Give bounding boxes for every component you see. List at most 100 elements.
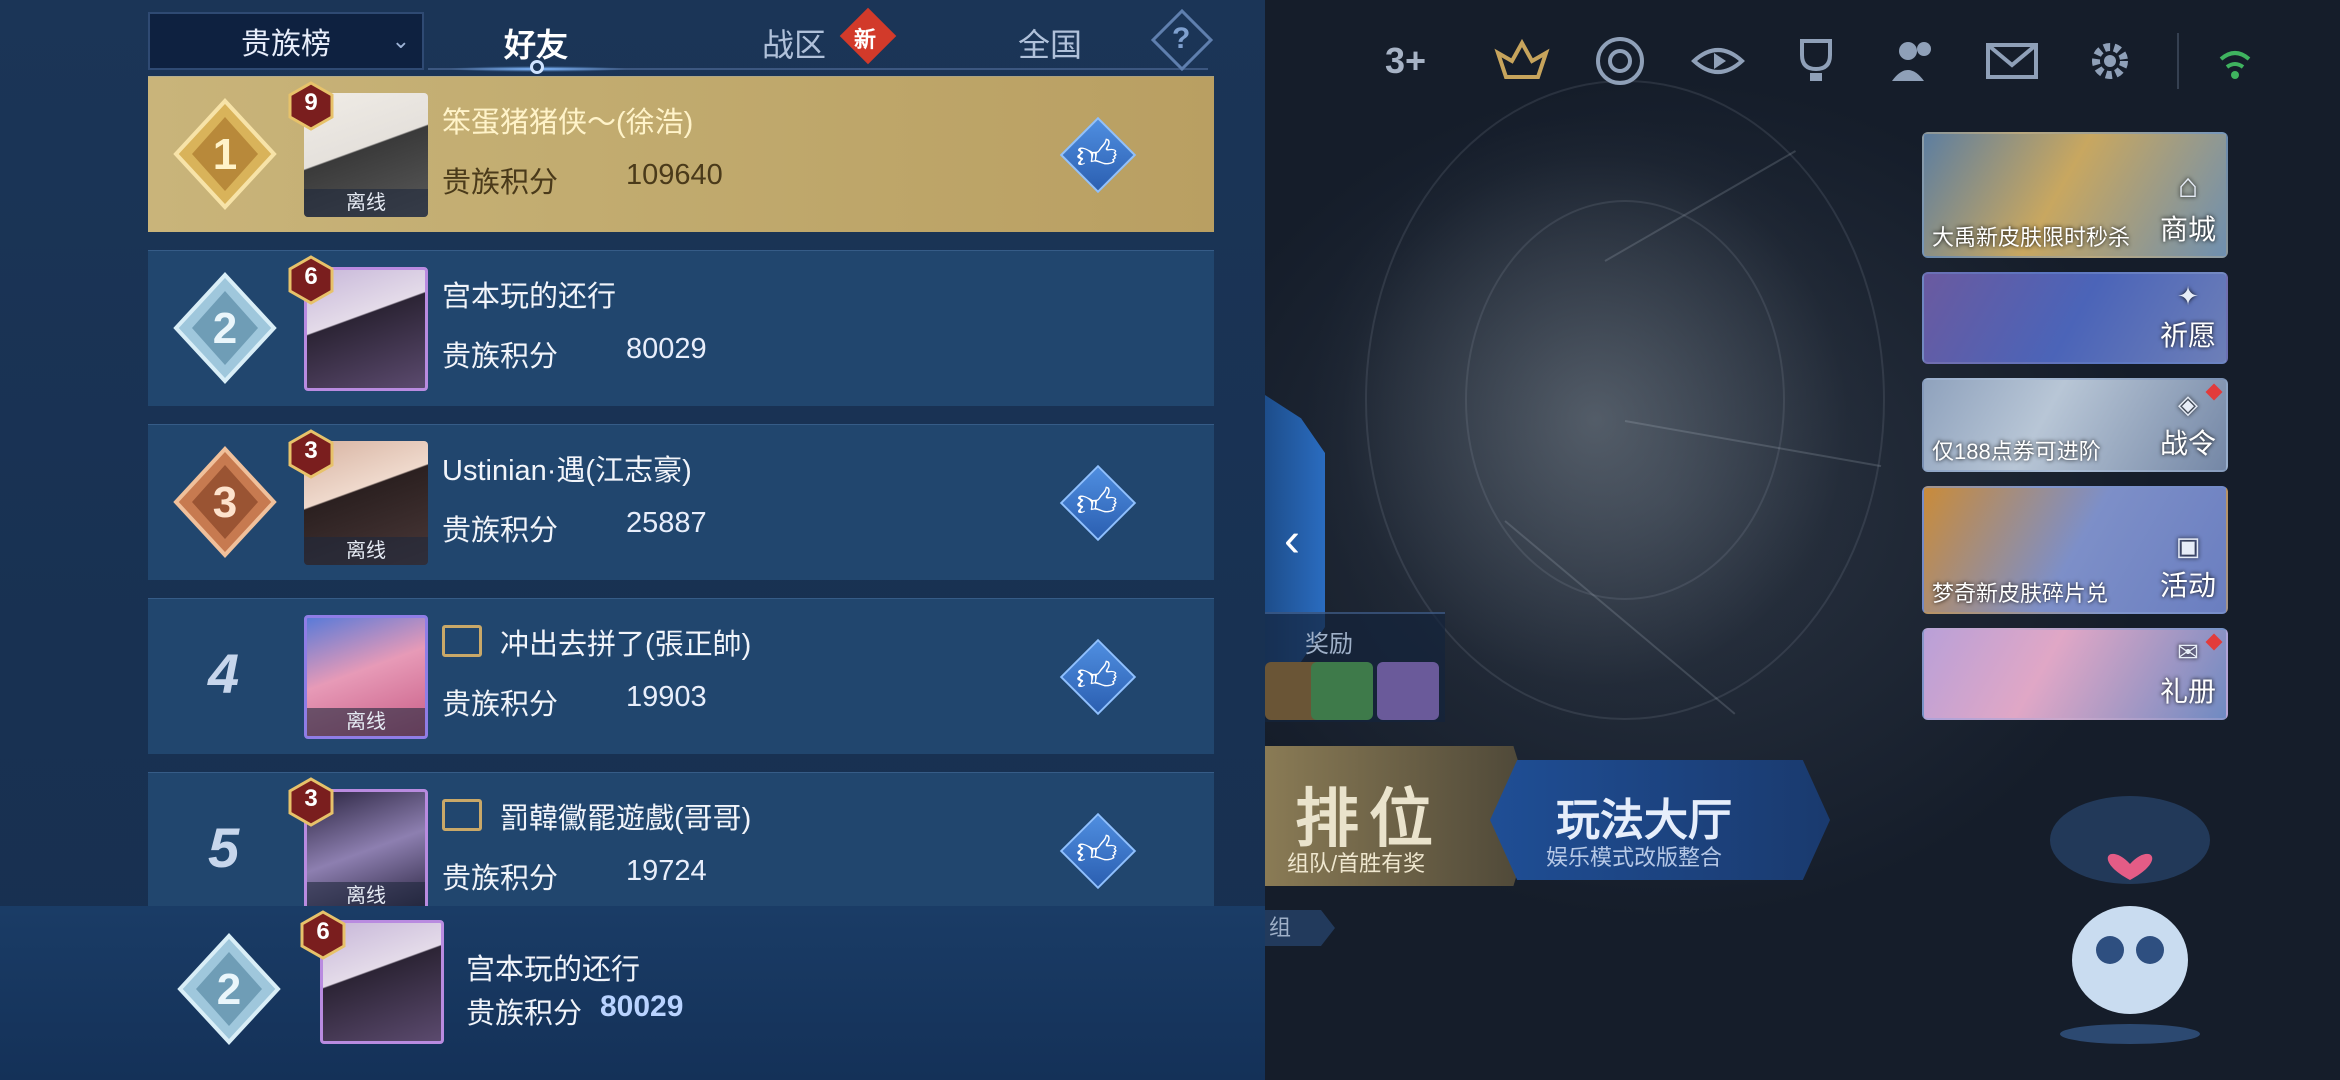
friends-icon[interactable] [1883,30,1945,92]
settings-gear-icon[interactable] [2079,30,2141,92]
player-name: 宫本玩的还行 [442,281,617,313]
reward-item-icon [1311,662,1373,720]
reward-label: 奖励 [1305,631,1353,658]
bronze-medal-icon: 3 [173,446,277,558]
wifi-signal-icon [2215,30,2255,92]
player-name: 冲出去拼了(張正帥) [500,629,752,661]
player-name: Ustinian·遇(江志豪) [442,455,692,487]
tab-bar: 贵族榜 ⌄ 好友 战区 新 全国 ? [148,7,1218,74]
board-type-dropdown[interactable]: 贵族榜 ⌄ [148,12,424,70]
small-tag[interactable]: 组 [1265,910,1335,946]
score-label: 贵族积分 [442,341,559,373]
noble-frame-icon [442,799,482,831]
new-badge-text: 新 [854,27,877,52]
offline-status: 离线 [304,537,428,565]
score-label: 贵族积分 [442,515,559,547]
help-icon: ? [1172,22,1191,55]
like-button[interactable]: 👍︎ [1059,812,1137,890]
game-modes-button[interactable]: 玩法大厅 娱乐模式改版整合 [1490,760,1830,880]
side-card-caption: 仅188点券可进阶 [1932,439,2101,464]
offline-status: 离线 [304,189,428,217]
thumbs-up-icon: 👍︎ [1076,829,1118,873]
rank-number: 2 [217,965,241,1014]
rank-number: 1 [213,130,237,179]
shop-icon: ⌂ [2177,167,2199,205]
my-score-value: 80029 [600,990,684,1023]
side-card-shop[interactable]: 大禹新皮肤限时秒杀 ⌂ 商城 [1922,132,2228,258]
battlepass-icon: ◈ [2177,389,2198,419]
side-card-battlepass[interactable]: 仅188点券可进阶 ◈ 战令 [1922,378,2228,472]
ranking-row[interactable]: 4 离线 冲出去拼了(張正帥) 贵族积分 19903 👍︎ [148,598,1214,754]
trophy-icon[interactable] [1785,30,1847,92]
side-card-label: ⌂ 商城 [2159,167,2216,245]
noble-frame-icon [442,625,482,657]
silver-medal-icon: 2 [177,933,281,1045]
assistant-mascot[interactable] [2040,790,2220,1050]
rank-number: 2 [213,304,237,353]
gift-icon: ✉ [2177,637,2199,667]
score-value: 19903 [626,681,707,713]
watch-icon[interactable] [1687,30,1749,92]
event-icon: ▣ [2175,531,2201,561]
leaderboard-panel: 贵族榜 ⌄ 好友 战区 新 全国 ? 1 离线 9 笨蛋猪猪侠～(徐浩) 贵族积… [0,0,1265,1080]
chevron-down-icon: ⌄ [391,28,410,53]
thumbs-up-icon: 👍︎ [1076,655,1118,699]
silver-medal-icon: 2 [173,272,277,384]
ranking-row[interactable]: 3 离线 3 Ustinian·遇(江志豪) 贵族积分 25887 👍︎ [148,424,1214,580]
like-button[interactable]: 👍︎ [1059,116,1137,194]
plus-count[interactable]: 3+ [1385,40,1455,82]
modes-subtitle: 娱乐模式改版整合 [1546,845,1723,870]
side-card-label: ✉ 礼册 [2159,637,2216,707]
side-card-gift[interactable]: ✉ 礼册 [1922,628,2228,720]
target-icon[interactable] [1589,30,1651,92]
score-value: 80029 [626,333,707,365]
ranking-row[interactable]: 2 6 宫本玩的还行 贵族积分 80029 [148,250,1214,406]
top-icon-bar: 3+ [1385,30,2255,92]
like-button[interactable]: 👍︎ [1059,464,1137,542]
my-rank-bar: 2 6 宫本玩的还行 贵族积分 80029 [0,906,1265,1080]
ranking-list: 1 离线 9 笨蛋猪猪侠～(徐浩) 贵族积分 109640 👍︎ 2 6 宫本玩… [148,76,1214,946]
noble-level-badge: 9 [286,81,336,131]
thumbs-up-icon: 👍︎ [1076,481,1118,525]
reward-strip[interactable]: 奖励 [1265,612,1445,722]
avatar[interactable]: 离线 [304,615,428,739]
rank-number: 5 [208,816,240,879]
player-name: 罰韓黴罷遊戲(哥哥) [500,803,752,835]
active-tab-dot [530,60,544,74]
side-card-label: ◈ 战令 [2159,389,2216,459]
score-label: 贵族积分 [442,689,559,721]
noble-level-badge: 3 [286,429,336,479]
noble-level-badge: 6 [298,910,348,960]
side-card-label: ▣ 活动 [2159,531,2216,601]
ranked-subtitle: 组队/首胜有奖 [1287,851,1426,876]
rune-ring-inner [1465,200,1785,600]
player-name: 笨蛋猪猪侠～(徐浩) [442,107,694,139]
glory-icon[interactable] [1491,30,1553,92]
score-value: 25887 [626,507,707,539]
reward-chest-icon [1377,662,1439,720]
offline-status: 离线 [307,708,425,736]
divider [2177,33,2179,89]
side-card-caption: 梦奇新皮肤碎片兑 [1932,581,2109,606]
modes-title: 玩法大厅 [1556,796,1732,845]
my-score-label: 贵族积分 [466,998,583,1030]
side-card-list: 大禹新皮肤限时秒杀 ⌂ 商城 ✦ 祈愿 仅188点券可进阶 ◈ 战令 梦奇新皮肤碎片兑… [1922,132,2228,734]
wish-icon: ✦ [2177,281,2199,311]
noble-level-badge: 6 [286,255,336,305]
tab-region[interactable]: 战区 [762,20,826,66]
gold-medal-icon: 1 [173,98,277,210]
rank-number: 4 [208,642,240,705]
game-lobby-background: 3+ 大禹新皮肤限时秒杀 ⌂ 商城 ✦ 祈愿 仅188点券可进阶 ◈ 战令 梦奇… [1265,0,2340,1080]
side-card-wish[interactable]: ✦ 祈愿 [1922,272,2228,364]
my-player-name: 宫本玩的还行 [466,954,641,986]
ranking-row[interactable]: 1 离线 9 笨蛋猪猪侠～(徐浩) 贵族积分 109640 👍︎ [148,76,1214,232]
score-label: 贵族积分 [442,863,559,895]
like-button[interactable]: 👍︎ [1059,638,1137,716]
score-value: 19724 [626,855,707,887]
side-card-label: ✦ 祈愿 [2159,281,2216,351]
ranking-row[interactable]: 5 离线 3 罰韓黴罷遊戲(哥哥) 贵族积分 19724 👍︎ [148,772,1214,928]
side-card-event[interactable]: 梦奇新皮肤碎片兑 ▣ 活动 [1922,486,2228,614]
mail-icon[interactable] [1981,30,2043,92]
chevron-left-icon: ‹ [1284,513,1300,567]
tab-national[interactable]: 全国 [1018,20,1082,66]
